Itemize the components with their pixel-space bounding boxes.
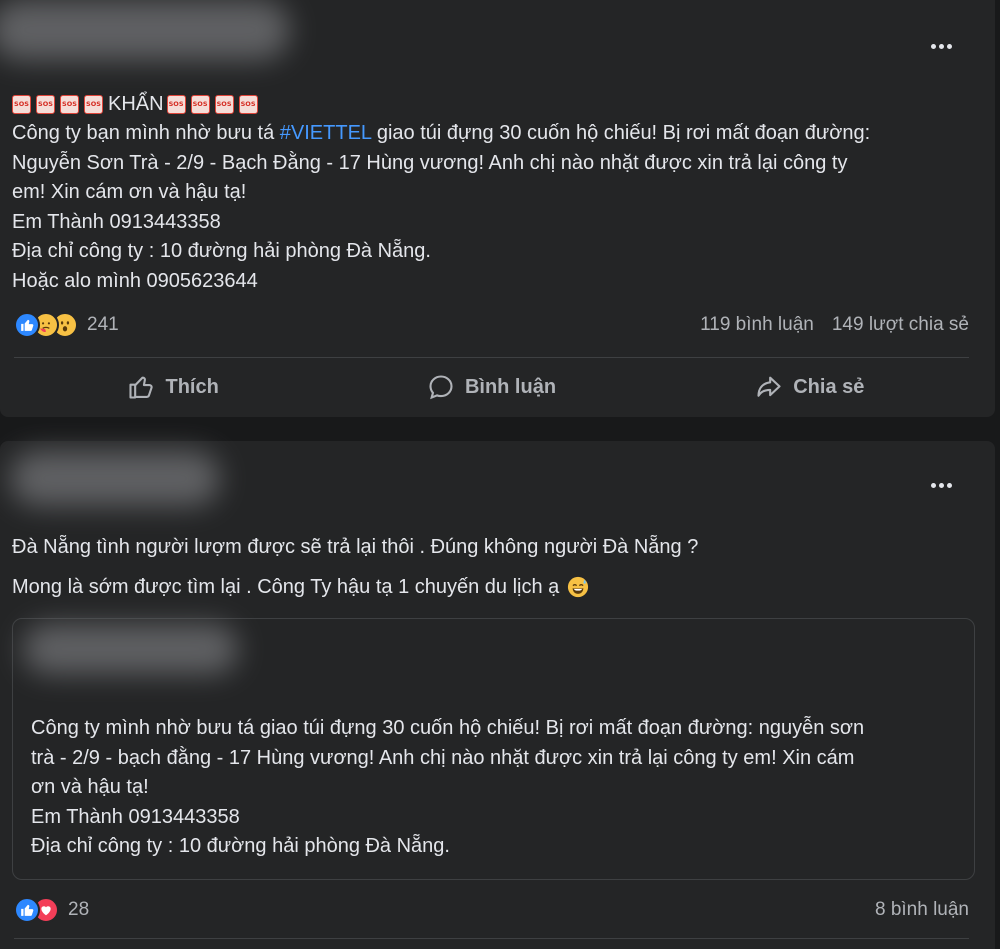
comment-button[interactable]: Bình luận (332, 365, 650, 409)
shared-text-line: Em Thành 0913443358 (31, 805, 240, 828)
post-text-line: Nguyễn Sơn Trà - 2/9 - Bạch Đằng - 17 Hù… (12, 151, 848, 174)
post-text-line: Địa chỉ công ty : 10 đường hải phòng Đà … (12, 240, 431, 262)
reaction-summary[interactable]: 28 (14, 897, 89, 923)
post-text-segment: giao túi đựng 30 cuốn hộ chiếu! Bị rơi m… (371, 122, 871, 144)
sos-emoji-icon: SOS (238, 95, 258, 114)
post-text-line: em! Xin cám ơn và hậu tạ! (12, 181, 247, 203)
shared-post-preview[interactable]: Công ty mình nhờ bưu tá giao túi đựng 30… (12, 618, 975, 880)
sos-emoji-icon: SOS (214, 95, 234, 114)
post-card-2: Đà Nẵng tình người lượm được sẽ trả lại … (0, 441, 995, 949)
stats-divider (14, 938, 969, 939)
thumbs-up-icon (129, 376, 154, 399)
post-text-segment: Công ty bạn mình nhờ bưu tá (12, 122, 280, 144)
shared-text-line: trà - 2/9 - bạch đằng - 17 Hùng vương! A… (31, 746, 855, 769)
shared-text-line: Địa chỉ công ty : 10 đường hải phòng Đà … (31, 835, 450, 857)
post-text-line: Hoặc alo mình 0905623644 (12, 269, 258, 292)
sweat-smile-emoji-icon (567, 577, 588, 598)
post-text-line: Đà Nẵng tình người lượm được sẽ trả lại … (12, 536, 699, 558)
sos-emoji-icon: SOS (12, 95, 31, 114)
more-dot-icon (930, 482, 936, 488)
share-button[interactable]: Chia sẻ (651, 365, 969, 409)
post-action-bar: Thích Bình luận Chia sẻ (14, 365, 969, 409)
reaction-summary[interactable]: 241 (14, 312, 119, 338)
headline-word: KHẨN (108, 92, 164, 115)
more-dot-icon (930, 43, 936, 49)
reaction-count: 28 (68, 899, 90, 920)
post-stats-bar: 28 8 bình luận (14, 897, 969, 923)
share-label: Chia sẻ (793, 375, 865, 398)
more-dot-icon (938, 482, 944, 488)
sos-emoji-icon: SOS (166, 95, 186, 114)
post-body: SOS SOS SOS SOS KHẨN SOS SOS SOS SOS Côn… (12, 90, 972, 296)
sos-emoji-icon: SOS (190, 95, 210, 114)
comment-count-link[interactable]: 8 bình luận (875, 899, 969, 921)
sos-emoji-icon: SOS (36, 95, 55, 114)
blurred-shared-author (23, 624, 238, 674)
reaction-count: 241 (87, 314, 119, 335)
post-stats-bar: 241 119 bình luận 149 lượt chia sẻ (14, 312, 969, 338)
post-text-line: Công ty bạn mình nhờ bưu tá #VIETTEL gia… (12, 119, 972, 149)
more-dot-icon (938, 43, 944, 49)
shared-text-line: ơn và hậu tạ! (31, 776, 149, 798)
speech-bubble-icon (429, 375, 453, 400)
shared-post-text: Công ty mình nhờ bưu tá giao túi đựng 30… (31, 714, 864, 862)
post-text-line: Em Thành 0913443358 (12, 210, 221, 233)
comment-count-link[interactable]: 119 bình luận (700, 314, 814, 336)
share-arrow-icon (757, 376, 781, 397)
more-dot-icon (946, 43, 952, 49)
more-dot-icon (946, 482, 952, 488)
post-text-segment: Mong là sớm được tìm lại . Công Ty hậu t… (12, 575, 560, 598)
comment-label: Bình luận (464, 375, 557, 398)
like-reaction-icon (14, 312, 40, 338)
like-label: Thích (165, 375, 219, 398)
blurred-author-header (10, 451, 220, 506)
share-count-link[interactable]: 149 lượt chia sẻ (832, 314, 969, 336)
sos-emoji-icon: SOS (60, 95, 79, 114)
post-options-button[interactable] (923, 467, 959, 503)
post-text-line: Mong là sớm được tìm lại . Công Ty hậu t… (12, 573, 972, 603)
shared-text-line: Công ty mình nhờ bưu tá giao túi đựng 30… (31, 717, 865, 739)
post-body: Đà Nẵng tình người lượm được sẽ trả lại … (12, 533, 972, 602)
like-button[interactable]: Thích (14, 365, 332, 409)
stats-divider (14, 357, 969, 358)
post-card-1: SOS SOS SOS SOS KHẨN SOS SOS SOS SOS Côn… (0, 0, 995, 417)
blurred-author-header (0, 0, 290, 60)
sos-emoji-icon: SOS (84, 95, 103, 114)
post-options-button[interactable] (923, 28, 959, 64)
like-reaction-icon (14, 897, 40, 923)
hashtag-link[interactable]: #VIETTEL (280, 122, 372, 144)
urgent-headline: SOS SOS SOS SOS KHẨN SOS SOS SOS SOS (12, 90, 972, 119)
